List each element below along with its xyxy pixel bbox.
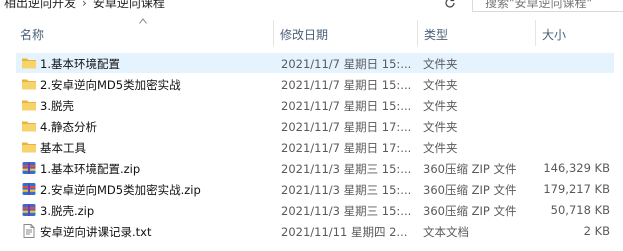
- file-type: 文件夹: [423, 120, 458, 134]
- column-header-type[interactable]: 类型: [424, 26, 448, 43]
- file-name: 安卓逆向讲课记录.txt: [40, 225, 152, 239]
- search-input[interactable]: 搜索"安卓逆向课程": [472, 0, 623, 12]
- file-type: 文件夹: [423, 78, 458, 92]
- zip-icon: [21, 181, 37, 197]
- text-file-icon: [21, 223, 37, 239]
- column-header-name[interactable]: 名称: [20, 26, 44, 43]
- file-type: 文本文档: [423, 225, 469, 239]
- breadcrumb-separator: ›: [82, 0, 87, 10]
- file-row[interactable]: 2.安卓逆向MD5类加密实战.zip 2021/11/3 星期三 15:... …: [16, 179, 614, 199]
- file-type: 文件夹: [423, 141, 458, 155]
- file-date: 2021/11/3 星期三 15:...: [281, 204, 412, 218]
- file-size: 179,217 KB: [543, 182, 610, 196]
- zip-icon: [21, 202, 37, 218]
- refresh-icon[interactable]: [443, 0, 457, 10]
- folder-icon: [21, 76, 37, 92]
- file-name: 3.脱壳: [40, 99, 74, 113]
- file-name: 1.基本环境配置: [40, 57, 120, 71]
- file-row[interactable]: 1.基本环境配置 2021/11/7 星期日 15:... 文件夹: [16, 53, 614, 73]
- file-date: 2021/11/11 星期四 2...: [281, 225, 408, 239]
- file-row[interactable]: 3.脱壳 2021/11/7 星期日 15:... 文件夹: [16, 95, 614, 115]
- breadcrumb-parent[interactable]: 相出逆向开发: [4, 0, 76, 10]
- breadcrumb[interactable]: 相出逆向开发 › 安卓逆向课程: [4, 0, 165, 11]
- file-name: 3.脱壳.zip: [40, 204, 95, 218]
- file-name: 4.静态分析: [40, 120, 97, 134]
- column-divider[interactable]: [417, 20, 418, 46]
- file-date: 2021/11/7 星期日 17:...: [281, 120, 412, 134]
- file-date: 2021/11/3 星期三 15:...: [281, 162, 412, 176]
- file-size: 2 KB: [583, 224, 610, 238]
- breadcrumb-current[interactable]: 安卓逆向课程: [93, 0, 165, 10]
- column-divider[interactable]: [535, 20, 536, 46]
- file-date: 2021/11/7 星期日 15:...: [281, 57, 412, 71]
- file-row[interactable]: 3.脱壳.zip 2021/11/3 星期三 15:... 360压缩 ZIP …: [16, 200, 614, 220]
- column-divider[interactable]: [273, 20, 274, 46]
- file-row[interactable]: 2.安卓逆向MD5类加密实战 2021/11/7 星期日 15:... 文件夹: [16, 74, 614, 94]
- file-row[interactable]: 安卓逆向讲课记录.txt 2021/11/11 星期四 2... 文本文档 2 …: [16, 221, 614, 241]
- file-row[interactable]: 4.静态分析 2021/11/7 星期日 17:... 文件夹: [16, 116, 614, 136]
- column-header-size[interactable]: 大小: [542, 26, 566, 43]
- folder-icon: [21, 118, 37, 134]
- file-type: 360压缩 ZIP 文件: [423, 204, 517, 218]
- file-type: 文件夹: [423, 99, 458, 113]
- address-bar-strip: 相出逆向开发 › 安卓逆向课程 搜索"安卓逆向课程": [0, 0, 623, 17]
- column-header-row: 名称 修改日期 类型 大小: [0, 18, 623, 46]
- file-name: 基本工具: [40, 141, 86, 155]
- sort-ascending-icon[interactable]: [139, 18, 147, 24]
- folder-icon: [21, 139, 37, 155]
- file-name: 2.安卓逆向MD5类加密实战.zip: [40, 183, 201, 197]
- file-size: 50,718 KB: [550, 203, 610, 217]
- zip-icon: [21, 160, 37, 176]
- file-name: 1.基本环境配置.zip: [40, 162, 141, 176]
- file-type: 360压缩 ZIP 文件: [423, 162, 517, 176]
- folder-icon: [21, 55, 37, 71]
- file-date: 2021/11/7 星期日 15:...: [281, 78, 412, 92]
- file-type: 文件夹: [423, 57, 458, 71]
- file-name: 2.安卓逆向MD5类加密实战: [40, 78, 181, 92]
- file-row[interactable]: 基本工具 2021/11/7 星期日 17:... 文件夹: [16, 137, 614, 157]
- file-date: 2021/11/7 星期日 17:...: [281, 141, 412, 155]
- file-row[interactable]: 1.基本环境配置.zip 2021/11/3 星期三 15:... 360压缩 …: [16, 158, 614, 178]
- folder-icon: [21, 97, 37, 113]
- file-date: 2021/11/7 星期日 15:...: [281, 99, 412, 113]
- file-type: 360压缩 ZIP 文件: [423, 183, 517, 197]
- file-size: 146,329 KB: [543, 161, 610, 175]
- search-placeholder: 搜索"安卓逆向课程": [485, 0, 593, 10]
- column-header-date[interactable]: 修改日期: [280, 26, 328, 43]
- file-date: 2021/11/3 星期三 15:...: [281, 183, 412, 197]
